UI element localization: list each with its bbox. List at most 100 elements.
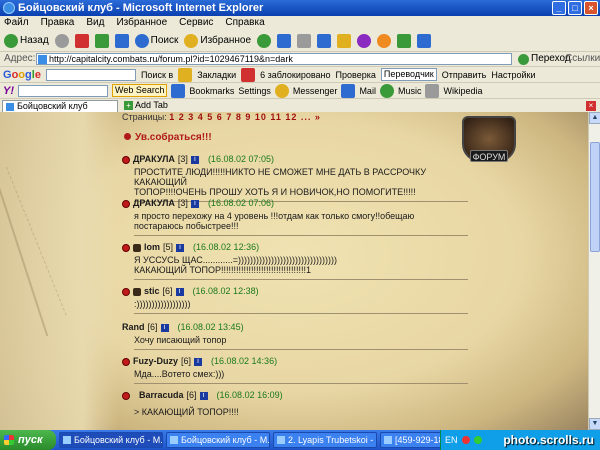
tray-icon[interactable] xyxy=(473,436,482,444)
taskbar-item[interactable]: Бойцовский клуб - M... xyxy=(166,432,270,448)
history-icon[interactable] xyxy=(257,33,272,48)
scroll-thumb[interactable] xyxy=(590,142,600,252)
post-author[interactable]: ДРАКУЛА xyxy=(133,198,175,209)
home-icon[interactable] xyxy=(114,33,129,48)
minimize-button[interactable]: _ xyxy=(552,1,566,15)
post-level: [3] xyxy=(177,198,188,208)
forum-post: Rand [6] i (16.08.02 13:45) Хочу писающи… xyxy=(122,322,468,350)
menu-help[interactable]: Справка xyxy=(225,16,264,30)
clan-icon xyxy=(122,357,130,366)
post-author[interactable]: Barracuda xyxy=(139,390,184,401)
google-settings[interactable]: Настройки xyxy=(491,67,535,83)
edit-icon[interactable] xyxy=(317,33,332,48)
post-level: [6] xyxy=(147,322,158,332)
forum-post: lom [5] i (16.08.02 12:36) Я УССУСЬ ЩАС.… xyxy=(122,242,468,280)
post-date: (16.08.02 12:38) xyxy=(192,286,259,296)
vertical-scrollbar[interactable]: ▲ ▼ xyxy=(588,112,600,430)
menu-edit[interactable]: Правка xyxy=(41,16,75,30)
add-tab-label: Add Tab xyxy=(135,100,168,110)
taskbar-item[interactable]: Бойцовский клуб - M... xyxy=(59,432,163,448)
post-level: [5] xyxy=(163,242,174,252)
clan-icon xyxy=(122,391,130,400)
post-author[interactable]: stic xyxy=(144,286,160,297)
tool-icon[interactable] xyxy=(417,33,432,48)
menu-bar: Файл Правка Вид Избранное Сервис Справка xyxy=(0,16,600,30)
post-author[interactable]: Fuzy-Duzy xyxy=(133,356,178,367)
menu-favorites[interactable]: Избранное xyxy=(116,16,167,30)
ie-task-icon xyxy=(170,436,178,444)
yahoo-settings[interactable]: Settings xyxy=(238,83,271,99)
user-info-icon[interactable]: i xyxy=(190,199,199,208)
post-body: > КАКАЮЩИЙ ТОПОР!!!! xyxy=(134,407,239,417)
menu-view[interactable]: Вид xyxy=(86,16,104,30)
google-translate[interactable]: Переводчик xyxy=(380,68,437,81)
yahoo-messenger[interactable]: Messenger xyxy=(293,83,338,99)
maximize-button[interactable]: □ xyxy=(568,1,582,15)
post-date: (16.08.02 12:36) xyxy=(193,242,260,252)
yahoo-icon[interactable] xyxy=(357,33,372,48)
tray-icon[interactable] xyxy=(461,436,470,444)
forward-button[interactable] xyxy=(54,33,69,48)
close-window-button[interactable]: × xyxy=(584,1,598,15)
yahoo-search-input[interactable] xyxy=(18,84,108,97)
discuss-icon[interactable] xyxy=(337,33,352,48)
yahoo-mail[interactable]: Mail xyxy=(359,83,376,99)
post-author[interactable]: lom xyxy=(144,242,160,253)
forum-badge[interactable]: ФОРУМ xyxy=(458,114,520,170)
start-button[interactable]: пуск xyxy=(0,430,56,450)
google-send[interactable]: Отправить xyxy=(442,67,487,83)
tab-favicon xyxy=(6,103,14,111)
search-button[interactable]: Поиск xyxy=(134,33,178,48)
add-tab-button[interactable]: + Add Tab xyxy=(124,100,168,111)
user-info-icon[interactable]: i xyxy=(175,287,184,296)
print-icon[interactable] xyxy=(297,33,312,48)
menu-tools[interactable]: Сервис xyxy=(179,16,213,30)
scroll-up-icon[interactable]: ▲ xyxy=(589,112,600,124)
go-button[interactable]: Переход xyxy=(518,52,571,66)
mail-icon[interactable] xyxy=(277,33,292,48)
research-icon[interactable] xyxy=(397,33,412,48)
google-blocked[interactable]: 6 заблокировано xyxy=(260,67,330,83)
user-info-icon[interactable]: i xyxy=(190,155,199,164)
user-info-icon[interactable]: i xyxy=(194,357,203,366)
google-search-input[interactable] xyxy=(45,68,136,81)
messenger-icon[interactable] xyxy=(377,33,392,48)
stop-icon[interactable] xyxy=(74,33,89,48)
address-value: http://capitalcity.combats.ru/forum.pl?i… xyxy=(49,54,293,64)
refresh-icon[interactable] xyxy=(94,33,109,48)
page-viewport: ФОРУМ Страницы: 1 2 3 4 5 6 7 8 9 10 11 … xyxy=(0,112,588,430)
post-body: Я УССУСЬ ЩАС............=)))))))))))))))… xyxy=(134,255,337,275)
watermark: photo.scrolls.ru xyxy=(503,433,594,447)
google-bookmarks[interactable]: Закладки xyxy=(197,67,236,83)
user-info-icon[interactable]: i xyxy=(160,323,169,332)
yahoo-websearch-button[interactable]: Web Search xyxy=(112,84,168,97)
scroll-down-icon[interactable]: ▼ xyxy=(589,418,600,430)
close-tab-icon[interactable]: × xyxy=(586,101,596,111)
address-input[interactable]: http://capitalcity.combats.ru/forum.pl?i… xyxy=(36,53,512,65)
back-button[interactable]: Назад xyxy=(4,33,49,48)
page-links[interactable]: 1 2 3 4 5 6 7 8 9 10 11 12 ... » xyxy=(169,112,321,122)
messenger-smiley-icon xyxy=(274,83,289,98)
page-icon xyxy=(38,55,47,64)
menu-file[interactable]: Файл xyxy=(4,16,29,30)
taskbar-item[interactable]: 2. Lyapis Trubetskoi - ... xyxy=(273,432,377,448)
media-task-icon xyxy=(277,436,285,444)
post-level: [6] xyxy=(186,390,197,400)
user-info-icon[interactable]: i xyxy=(199,391,208,400)
yahoo-wikipedia[interactable]: Wikipedia xyxy=(443,83,482,99)
yahoo-music[interactable]: Music xyxy=(398,83,422,99)
links-button[interactable]: Ссылки xyxy=(565,52,600,66)
yahoo-bookmarks[interactable]: Bookmarks xyxy=(189,83,234,99)
user-info-icon[interactable]: i xyxy=(176,243,185,252)
pages-label: Страницы: xyxy=(122,112,167,122)
post-author[interactable]: Rand xyxy=(122,322,145,333)
language-indicator[interactable]: EN xyxy=(445,435,458,445)
forum-post: ДРАКУЛА [3] i (16.08.02 07:05) ПРОСТИТЕ … xyxy=(122,154,468,202)
favorites-button[interactable]: Избранное xyxy=(184,33,251,48)
window-title: Бойцовский клуб - Microsoft Internet Exp… xyxy=(18,2,264,14)
standard-toolbar: Назад Поиск Избранное xyxy=(0,30,600,52)
google-search-button[interactable]: Поиск в xyxy=(141,67,173,83)
google-star-icon[interactable] xyxy=(178,67,193,82)
post-author[interactable]: ДРАКУЛА xyxy=(133,154,175,165)
google-check[interactable]: Проверка xyxy=(336,67,376,83)
